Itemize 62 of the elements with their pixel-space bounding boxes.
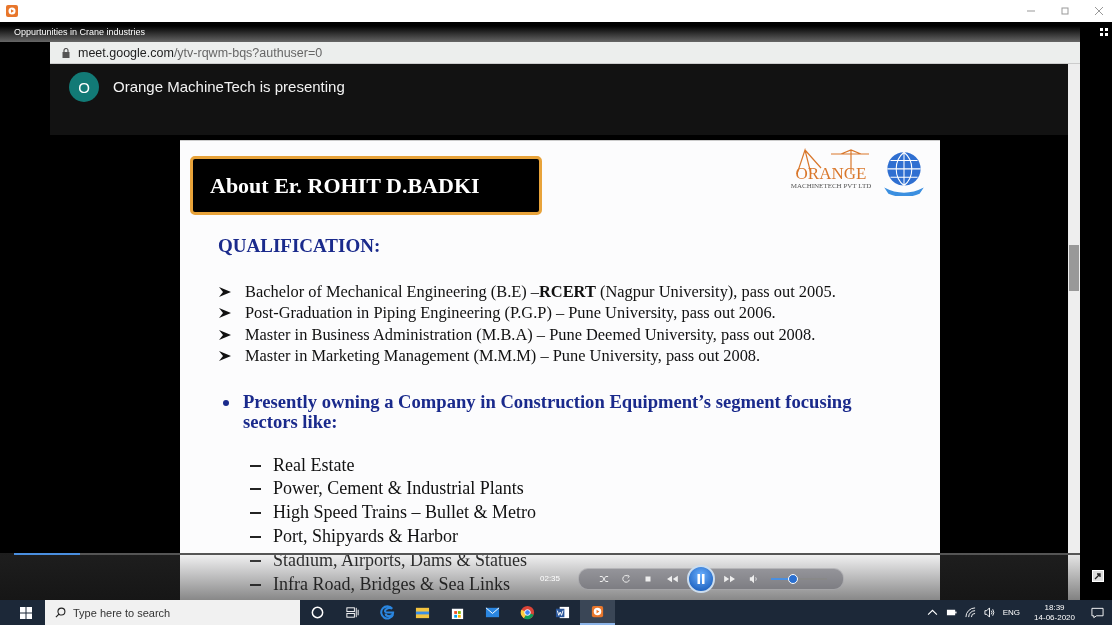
presenting-text: Orange MachineTech is presenting [113, 77, 345, 97]
grid-icon[interactable] [1100, 28, 1108, 36]
qualification-text: Bachelor of Mechanical Engineering (B.E) –RCERT (Nagpur University), pass out 2005. [245, 281, 836, 303]
scrollbar[interactable] [1068, 64, 1080, 600]
sector-text: Real Estate [273, 453, 355, 477]
notification-icon[interactable] [1091, 606, 1104, 619]
clock-time[interactable]: 18:39 [1044, 602, 1065, 613]
volume-icon[interactable] [983, 607, 995, 618]
circle-icon [310, 605, 325, 620]
taskbar-search-field[interactable]: Type here to search [45, 600, 300, 625]
time-elapsed: 02:35 [540, 574, 562, 583]
address-bar[interactable]: meet.google.com/ytv-rqwm-bqs?authuser=0 [50, 42, 1080, 64]
sector-text: Power, Cement & Industrial Plants [273, 477, 524, 501]
browser-icon [380, 605, 395, 620]
dash-bullet-icon [250, 464, 261, 467]
scrollbar-thumb[interactable] [1069, 245, 1079, 291]
arrow-bullet-icon [219, 286, 231, 297]
video-title: Oppurtunities in Crane industries [14, 27, 146, 37]
bullet-dot-icon [223, 399, 229, 406]
logo-text: ORANGE [795, 166, 867, 182]
folder-icon [415, 605, 430, 620]
qualification-text: Master in Business Administration (M.B.A) – Pune Deemed University, pass out 2008. [245, 323, 816, 346]
media-player-icon [590, 604, 605, 619]
language-indicator[interactable]: ENG [1002, 608, 1021, 617]
browser-icon [520, 605, 535, 620]
dash-bullet-icon [250, 583, 261, 586]
arrow-bullet-icon [219, 329, 231, 340]
pip-icon[interactable] [1092, 570, 1104, 582]
section-title: QUALIFICATION: [218, 235, 382, 257]
bullet-text: Presently owning a Company in Construction Equipment’s segment focusing sectors like: [243, 391, 853, 432]
chevron-up-icon[interactable] [926, 607, 938, 618]
task-view-icon [345, 605, 360, 620]
sector-text: Infra Road, Bridges & Sea Links [273, 572, 510, 596]
app-icon [6, 5, 18, 17]
dash-bullet-icon [250, 535, 261, 538]
qualification-text: Master in Marketing Management (M.M.M) – Pune University, pass out 2008. [245, 345, 761, 367]
volume-thumb[interactable] [788, 573, 799, 584]
dash-bullet-icon [250, 512, 261, 515]
avatar: O [69, 72, 99, 102]
dash-bullet-icon [250, 559, 261, 562]
battery-icon[interactable] [945, 607, 957, 618]
clock-date[interactable]: 14-06-2020 [1034, 612, 1075, 623]
search-icon [55, 607, 66, 618]
slide-heading: About Er. ROHIT D.BADKI [190, 156, 542, 215]
dash-bullet-icon [250, 488, 261, 491]
sector-text: High Speed Trains – Bullet & Metro [273, 501, 536, 525]
qualification-text: Post-Graduation in Piping Engineering (P.G.P) – Pune University, pass out 2006. [245, 302, 776, 324]
close-icon[interactable] [1094, 6, 1104, 16]
arrow-bullet-icon [219, 308, 231, 319]
lock-icon [62, 47, 70, 58]
pause-icon [695, 572, 707, 585]
rewind-icon[interactable] [665, 573, 679, 584]
wifi-icon[interactable] [964, 607, 976, 618]
envelope-icon [485, 605, 500, 620]
repeat-icon[interactable] [621, 573, 631, 584]
shuffle-icon[interactable] [599, 573, 609, 584]
taskbar-app[interactable] [580, 600, 615, 625]
arrow-bullet-icon [219, 350, 231, 361]
sector-text: Port, Shipyards & Harbor [273, 525, 458, 548]
document-icon [555, 605, 570, 620]
windows-start-icon[interactable] [20, 606, 32, 619]
fast-forward-icon[interactable] [723, 573, 737, 584]
